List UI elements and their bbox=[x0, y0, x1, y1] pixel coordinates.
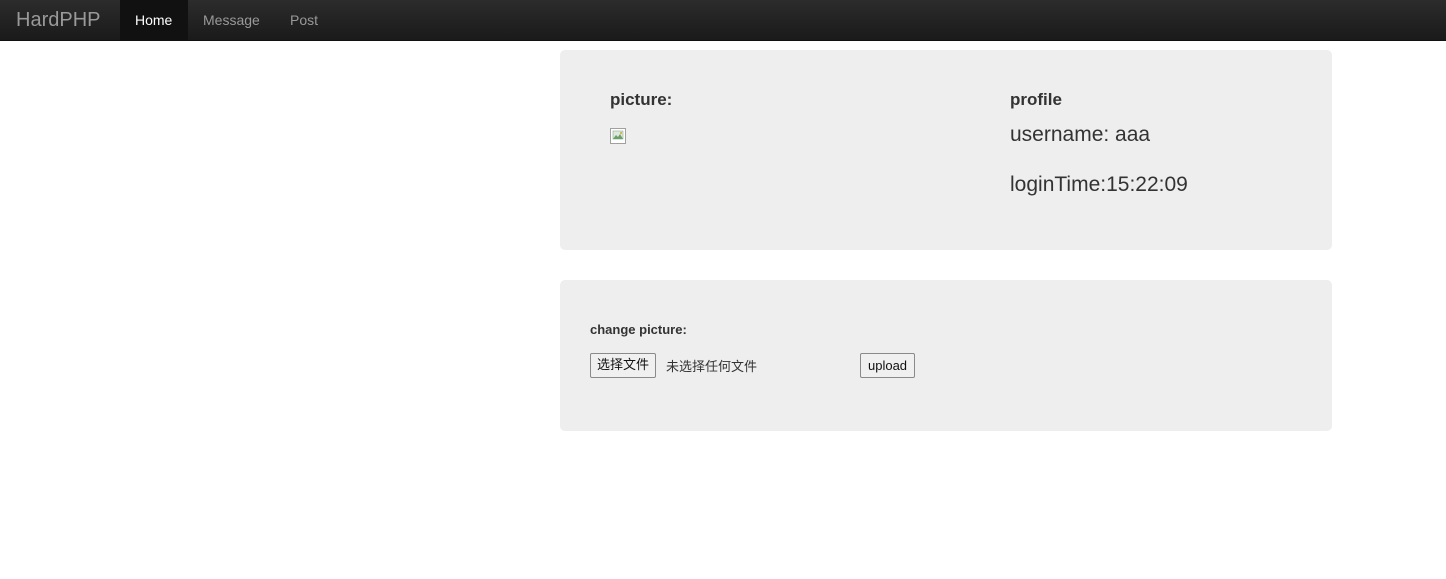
nav-message[interactable]: Message bbox=[188, 0, 275, 40]
username-text: username: aaa bbox=[1010, 123, 1151, 146]
top-navbar: HardPHP Home Message Post bbox=[0, 0, 1446, 41]
file-status-text: 未选择任何文件 bbox=[666, 360, 758, 375]
brand-link[interactable]: HardPHP bbox=[16, 9, 100, 31]
broken-image-icon bbox=[610, 128, 626, 144]
profile-label: profile bbox=[1010, 90, 1062, 109]
choose-file-button[interactable]: 选择文件 bbox=[590, 353, 657, 378]
nav-post[interactable]: Post bbox=[275, 0, 333, 40]
change-picture-panel: change picture: 选择文件 未选择任何文件 upload bbox=[560, 280, 1332, 431]
picture-label: picture: bbox=[610, 90, 673, 109]
login-time-text: loginTime:15:22:09 bbox=[1010, 173, 1188, 196]
change-picture-label: change picture: bbox=[590, 322, 687, 337]
profile-panel: picture: profile username: aaa loginTime… bbox=[560, 50, 1332, 250]
upload-button[interactable]: upload bbox=[860, 353, 916, 378]
nav-home[interactable]: Home bbox=[120, 0, 188, 40]
